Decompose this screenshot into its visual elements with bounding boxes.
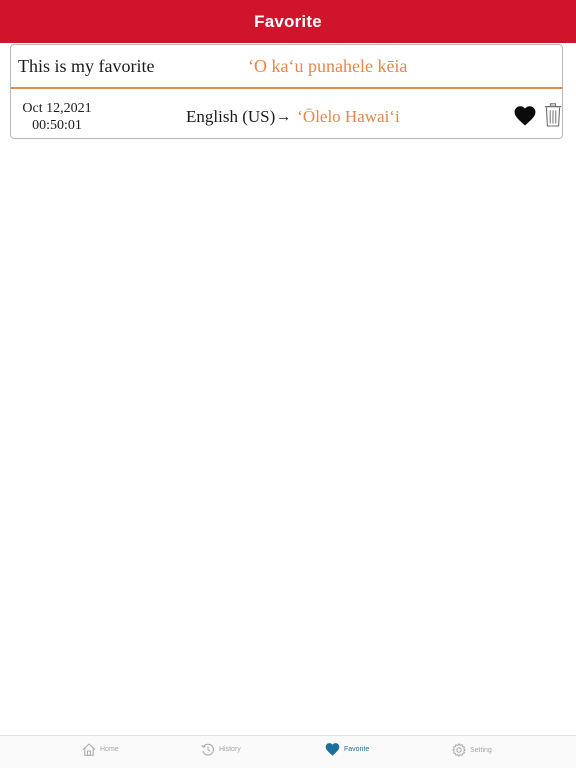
favorite-card[interactable]: This is my favorite ʻO kaʻu punahele kēi…	[10, 44, 563, 139]
gear-icon	[452, 743, 466, 757]
arrow-icon: →	[276, 108, 292, 125]
tab-history[interactable]: History	[201, 743, 241, 756]
tab-home-label: Home	[100, 746, 119, 753]
page-title: Favorite	[254, 11, 322, 31]
tab-history-label: History	[219, 746, 241, 753]
timestamp: Oct 12,2021 00:50:01	[11, 100, 103, 134]
translation-row: This is my favorite ʻO kaʻu punahele kēi…	[11, 45, 562, 89]
language-pair: English (US) → ʻŌlelo Hawaiʻi	[186, 107, 400, 127]
date-text: Oct 12,2021	[22, 101, 92, 116]
heart-icon	[325, 743, 340, 756]
source-language: English (US)	[186, 107, 276, 126]
home-icon	[82, 743, 96, 756]
tab-favorite-label: Favorite	[344, 746, 370, 753]
time-text: 00:50:01	[32, 118, 82, 133]
navigation-bar: Favorite	[0, 0, 576, 43]
tab-home[interactable]: Home	[82, 743, 119, 756]
tab-favorite[interactable]: Favorite	[325, 743, 369, 756]
tab-bar: Home History Favorite Setting	[0, 735, 576, 768]
tab-setting[interactable]: Setting	[452, 743, 492, 757]
translated-text: ʻO kaʻu punahele kēia	[248, 56, 408, 76]
heart-icon[interactable]	[514, 106, 536, 126]
trash-icon[interactable]	[544, 103, 562, 127]
source-text: This is my favorite	[18, 56, 155, 76]
tab-setting-label: Setting	[470, 746, 492, 754]
history-icon	[201, 743, 214, 756]
target-language: ʻŌlelo Hawaiʻi	[297, 107, 400, 126]
